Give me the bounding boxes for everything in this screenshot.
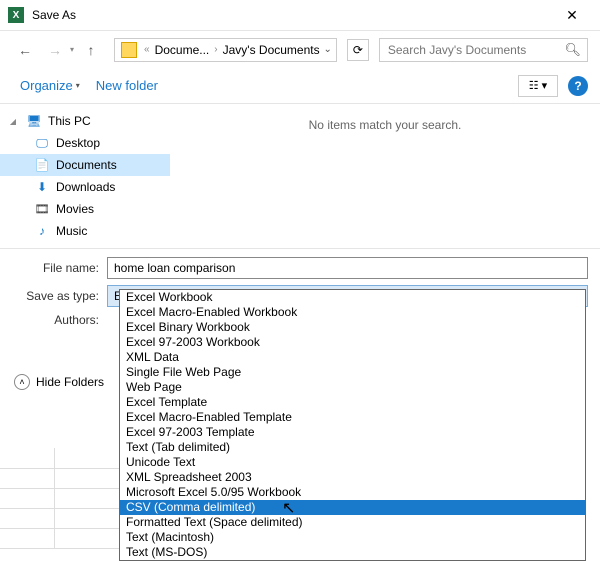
organize-button[interactable]: Organize ▾ [12, 74, 88, 97]
tree-label: Downloads [56, 180, 115, 194]
file-type-option[interactable]: Excel 97-2003 Template [120, 425, 585, 440]
dialog-title: Save As [32, 8, 552, 22]
titlebar: X Save As ✕ [0, 0, 600, 30]
new-folder-button[interactable]: New folder [88, 74, 166, 97]
save-as-type-label: Save as type: [12, 289, 107, 303]
movies-icon: 🎞 [34, 201, 50, 217]
tree-item-desktop[interactable]: 🖵 Desktop [0, 132, 170, 154]
file-type-option[interactable]: Excel Binary Workbook [120, 320, 585, 335]
desktop-icon: 🖵 [34, 135, 50, 151]
breadcrumb-item-1[interactable]: Docume... [153, 43, 212, 57]
excel-icon: X [8, 7, 24, 23]
tree-label: Documents [56, 158, 117, 172]
history-dropdown[interactable]: ▾ [70, 45, 74, 54]
breadcrumb-item-2[interactable]: Javy's Documents [221, 43, 322, 57]
file-type-option[interactable]: Unicode Text [120, 455, 585, 470]
pc-icon: 🖥 [26, 113, 42, 129]
toolbar: Organize ▾ New folder ☷ ▾ ? [0, 68, 600, 104]
chevron-down-icon: ▾ [76, 81, 80, 90]
file-type-option[interactable]: Formatted Text (Space delimited) [120, 515, 585, 530]
file-type-option[interactable]: Excel Macro-Enabled Template [120, 410, 585, 425]
forward-button: → [42, 37, 68, 63]
tree-label: Movies [56, 202, 94, 216]
breadcrumb-bar[interactable]: « Docume... › Javy's Documents ⌄ [114, 38, 337, 62]
tree-label: This PC [48, 114, 91, 128]
file-type-option[interactable]: XML Spreadsheet 2003 [120, 470, 585, 485]
downloads-icon: ⬇ [34, 179, 50, 195]
close-button[interactable]: ✕ [552, 0, 592, 30]
nav-tree: ◢ 🖥 This PC 🖵 Desktop 📄 Documents ⬇ Down… [0, 104, 170, 248]
tree-item-this-pc[interactable]: ◢ 🖥 This PC [0, 110, 170, 132]
file-type-option[interactable]: Text (MS-DOS) [120, 545, 585, 560]
organize-label: Organize [20, 78, 73, 93]
hide-folders-toggle[interactable]: ˄ Hide Folders [0, 372, 116, 398]
refresh-button[interactable]: ⟳ [347, 39, 369, 61]
body-area: ◢ 🖥 This PC 🖵 Desktop 📄 Documents ⬇ Down… [0, 104, 600, 248]
spreadsheet-background [0, 448, 120, 548]
view-options-button[interactable]: ☷ ▾ [518, 75, 558, 97]
file-type-option[interactable]: Excel Macro-Enabled Workbook [120, 305, 585, 320]
hide-folders-label: Hide Folders [36, 375, 104, 389]
file-type-dropdown[interactable]: Excel WorkbookExcel Macro-Enabled Workbo… [119, 289, 586, 561]
nav-bar: ← → ▾ ↑ « Docume... › Javy's Documents ⌄… [0, 30, 600, 68]
search-input[interactable] [386, 42, 565, 58]
tree-item-music[interactable]: ♪ Music [0, 220, 170, 242]
back-button[interactable]: ← [12, 37, 38, 63]
file-list-empty: No items match your search. [170, 104, 600, 248]
authors-label: Authors: [12, 313, 107, 327]
file-type-option[interactable]: Excel Template [120, 395, 585, 410]
tree-label: Desktop [56, 136, 100, 150]
up-button[interactable]: ↑ [78, 37, 104, 63]
file-type-option[interactable]: Web Page [120, 380, 585, 395]
tree-label: Music [56, 224, 87, 238]
folder-icon [121, 42, 137, 58]
file-type-option[interactable]: Single File Web Page [120, 365, 585, 380]
tree-item-downloads[interactable]: ⬇ Downloads [0, 176, 170, 198]
breadcrumb-sep[interactable]: « [141, 44, 153, 55]
file-type-option[interactable]: XML Data [120, 350, 585, 365]
filename-label: File name: [12, 261, 107, 275]
filename-input[interactable] [107, 257, 588, 279]
tree-item-movies[interactable]: 🎞 Movies [0, 198, 170, 220]
tree-item-documents[interactable]: 📄 Documents [0, 154, 170, 176]
documents-icon: 📄 [34, 157, 50, 173]
search-icon[interactable]: 🔍︎ [564, 42, 581, 58]
search-box[interactable]: 🔍︎ [379, 38, 588, 62]
file-type-option[interactable]: CSV (Comma delimited) [120, 500, 585, 515]
collapse-icon: ˄ [14, 374, 30, 390]
expand-toggle[interactable]: ◢ [8, 117, 18, 126]
music-icon: ♪ [34, 223, 50, 239]
file-type-option[interactable]: Text (Macintosh) [120, 530, 585, 545]
file-type-option[interactable]: Excel 97-2003 Workbook [120, 335, 585, 350]
breadcrumb-sep[interactable]: › [211, 44, 220, 55]
breadcrumb-dropdown[interactable]: ⌄ [323, 44, 331, 55]
help-button[interactable]: ? [568, 76, 588, 96]
file-type-option[interactable]: Microsoft Excel 5.0/95 Workbook [120, 485, 585, 500]
file-type-option[interactable]: Text (Tab delimited) [120, 440, 585, 455]
file-type-option[interactable]: Excel Workbook [120, 290, 585, 305]
